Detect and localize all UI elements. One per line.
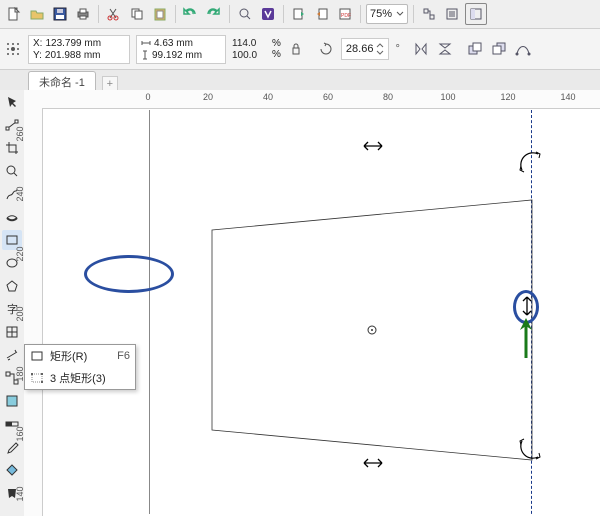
pick-tool[interactable]: [2, 92, 22, 112]
import-icon[interactable]: [289, 4, 309, 24]
height-value: 99.192 mm: [152, 50, 202, 61]
skew-handle-right[interactable]: [519, 293, 535, 319]
y-label: Y:: [33, 50, 42, 61]
separator: [98, 5, 99, 23]
width-value: 4.63 mm: [154, 38, 193, 49]
width-icon: [141, 39, 151, 47]
mirror-v-icon[interactable]: [436, 40, 454, 58]
rotate-icon: [317, 40, 335, 58]
new-icon[interactable]: [4, 4, 24, 24]
edit-fill-icon[interactable]: [2, 391, 22, 411]
publish-pdf-icon[interactable]: PDF: [335, 4, 355, 24]
y-value: 201.988 mm: [45, 50, 101, 61]
flyout-rect-label: 矩形(R): [50, 348, 87, 364]
toolbox: 字: [0, 90, 25, 516]
height-icon: [141, 50, 149, 60]
lock-ratio-icon[interactable]: [287, 40, 305, 58]
percent-label: %: [272, 49, 281, 60]
undo-icon[interactable]: [181, 4, 201, 24]
standard-toolbar: PDF 75%: [0, 0, 600, 29]
property-bar: X:123.799 mm Y:201.988 mm 4.63 mm 99.192…: [0, 29, 600, 70]
paste-icon[interactable]: [150, 4, 170, 24]
size-fields[interactable]: 4.63 mm 99.192 mm: [136, 35, 226, 64]
redo-icon[interactable]: [204, 4, 224, 24]
copy-icon[interactable]: [127, 4, 147, 24]
mirror-h-icon[interactable]: [412, 40, 430, 58]
drawing-canvas[interactable]: [44, 110, 598, 514]
separator: [360, 5, 361, 23]
x-label: X:: [33, 38, 42, 49]
app-launcher-icon[interactable]: [258, 4, 278, 24]
convert-curves-icon[interactable]: [514, 40, 532, 58]
percent-label: %: [272, 38, 281, 49]
flyout-rect-shortcut: F6: [117, 350, 130, 362]
origin-line: [149, 110, 150, 514]
horizontal-ruler[interactable]: 0 20 40 60 80 100 120 140: [24, 90, 600, 109]
snap-icon[interactable]: [419, 4, 439, 24]
vertical-ruler[interactable]: 260 240 220 200 180 160 140: [24, 108, 43, 516]
export-icon[interactable]: [312, 4, 332, 24]
flyout-3pt-label: 3 点矩形(3): [50, 370, 106, 386]
artistic-media-tool[interactable]: [2, 207, 22, 227]
selected-shape[interactable]: [192, 155, 542, 465]
zoom-tool[interactable]: [2, 161, 22, 181]
degree-label: °: [395, 43, 399, 55]
open-icon[interactable]: [27, 4, 47, 24]
annotation-oval-left: [84, 255, 174, 293]
zoom-level[interactable]: 75%: [366, 4, 408, 24]
rectangle-3pt-icon: [30, 371, 44, 385]
print-icon[interactable]: [73, 4, 93, 24]
layout-icon[interactable]: [465, 3, 487, 25]
rotate-handle-tr[interactable]: [516, 148, 544, 176]
rectangle-icon: [30, 349, 44, 363]
separator: [229, 5, 230, 23]
interactive-fill-tool[interactable]: [2, 460, 22, 480]
x-value: 123.799 mm: [45, 38, 101, 49]
flyout-rectangle[interactable]: 矩形(R) F6: [25, 345, 135, 367]
rotate-handle-br[interactable]: [516, 435, 544, 463]
rectangle-flyout: 矩形(R) F6 3 点矩形(3): [24, 344, 136, 390]
polygon-tool[interactable]: [2, 276, 22, 296]
svg-text:PDF: PDF: [341, 13, 351, 19]
scale-y-value: 100.0: [232, 50, 257, 61]
tab-active[interactable]: 未命名 -1: [28, 71, 96, 92]
scale-x-value: 114.0: [232, 38, 256, 49]
scale-fields[interactable]: 114.0 100.0: [232, 38, 266, 61]
skew-handle-bottom[interactable]: [360, 455, 386, 471]
zoom-value: 75%: [370, 8, 392, 20]
to-front-icon[interactable]: [466, 40, 484, 58]
object-position-icon: [4, 40, 22, 58]
position-fields[interactable]: X:123.799 mm Y:201.988 mm: [28, 35, 130, 64]
options-icon[interactable]: [442, 4, 462, 24]
skew-handle-top[interactable]: [360, 138, 386, 154]
dimension-tool[interactable]: [2, 345, 22, 365]
table-tool[interactable]: [2, 322, 22, 342]
flyout-3pt-rectangle[interactable]: 3 点矩形(3): [25, 367, 135, 389]
chevron-down-icon: [396, 10, 404, 18]
to-back-icon[interactable]: [490, 40, 508, 58]
workspace: 字 ⤡ 0 20 40 60 80 100 120 140 260 240 22…: [0, 90, 600, 516]
search-icon[interactable]: [235, 4, 255, 24]
cut-icon[interactable]: [104, 4, 124, 24]
angle-value: 28.66: [346, 43, 374, 55]
separator: [175, 5, 176, 23]
save-icon[interactable]: [50, 4, 70, 24]
rotation-field[interactable]: 28.66: [341, 38, 390, 60]
separator: [283, 5, 284, 23]
separator: [413, 5, 414, 23]
